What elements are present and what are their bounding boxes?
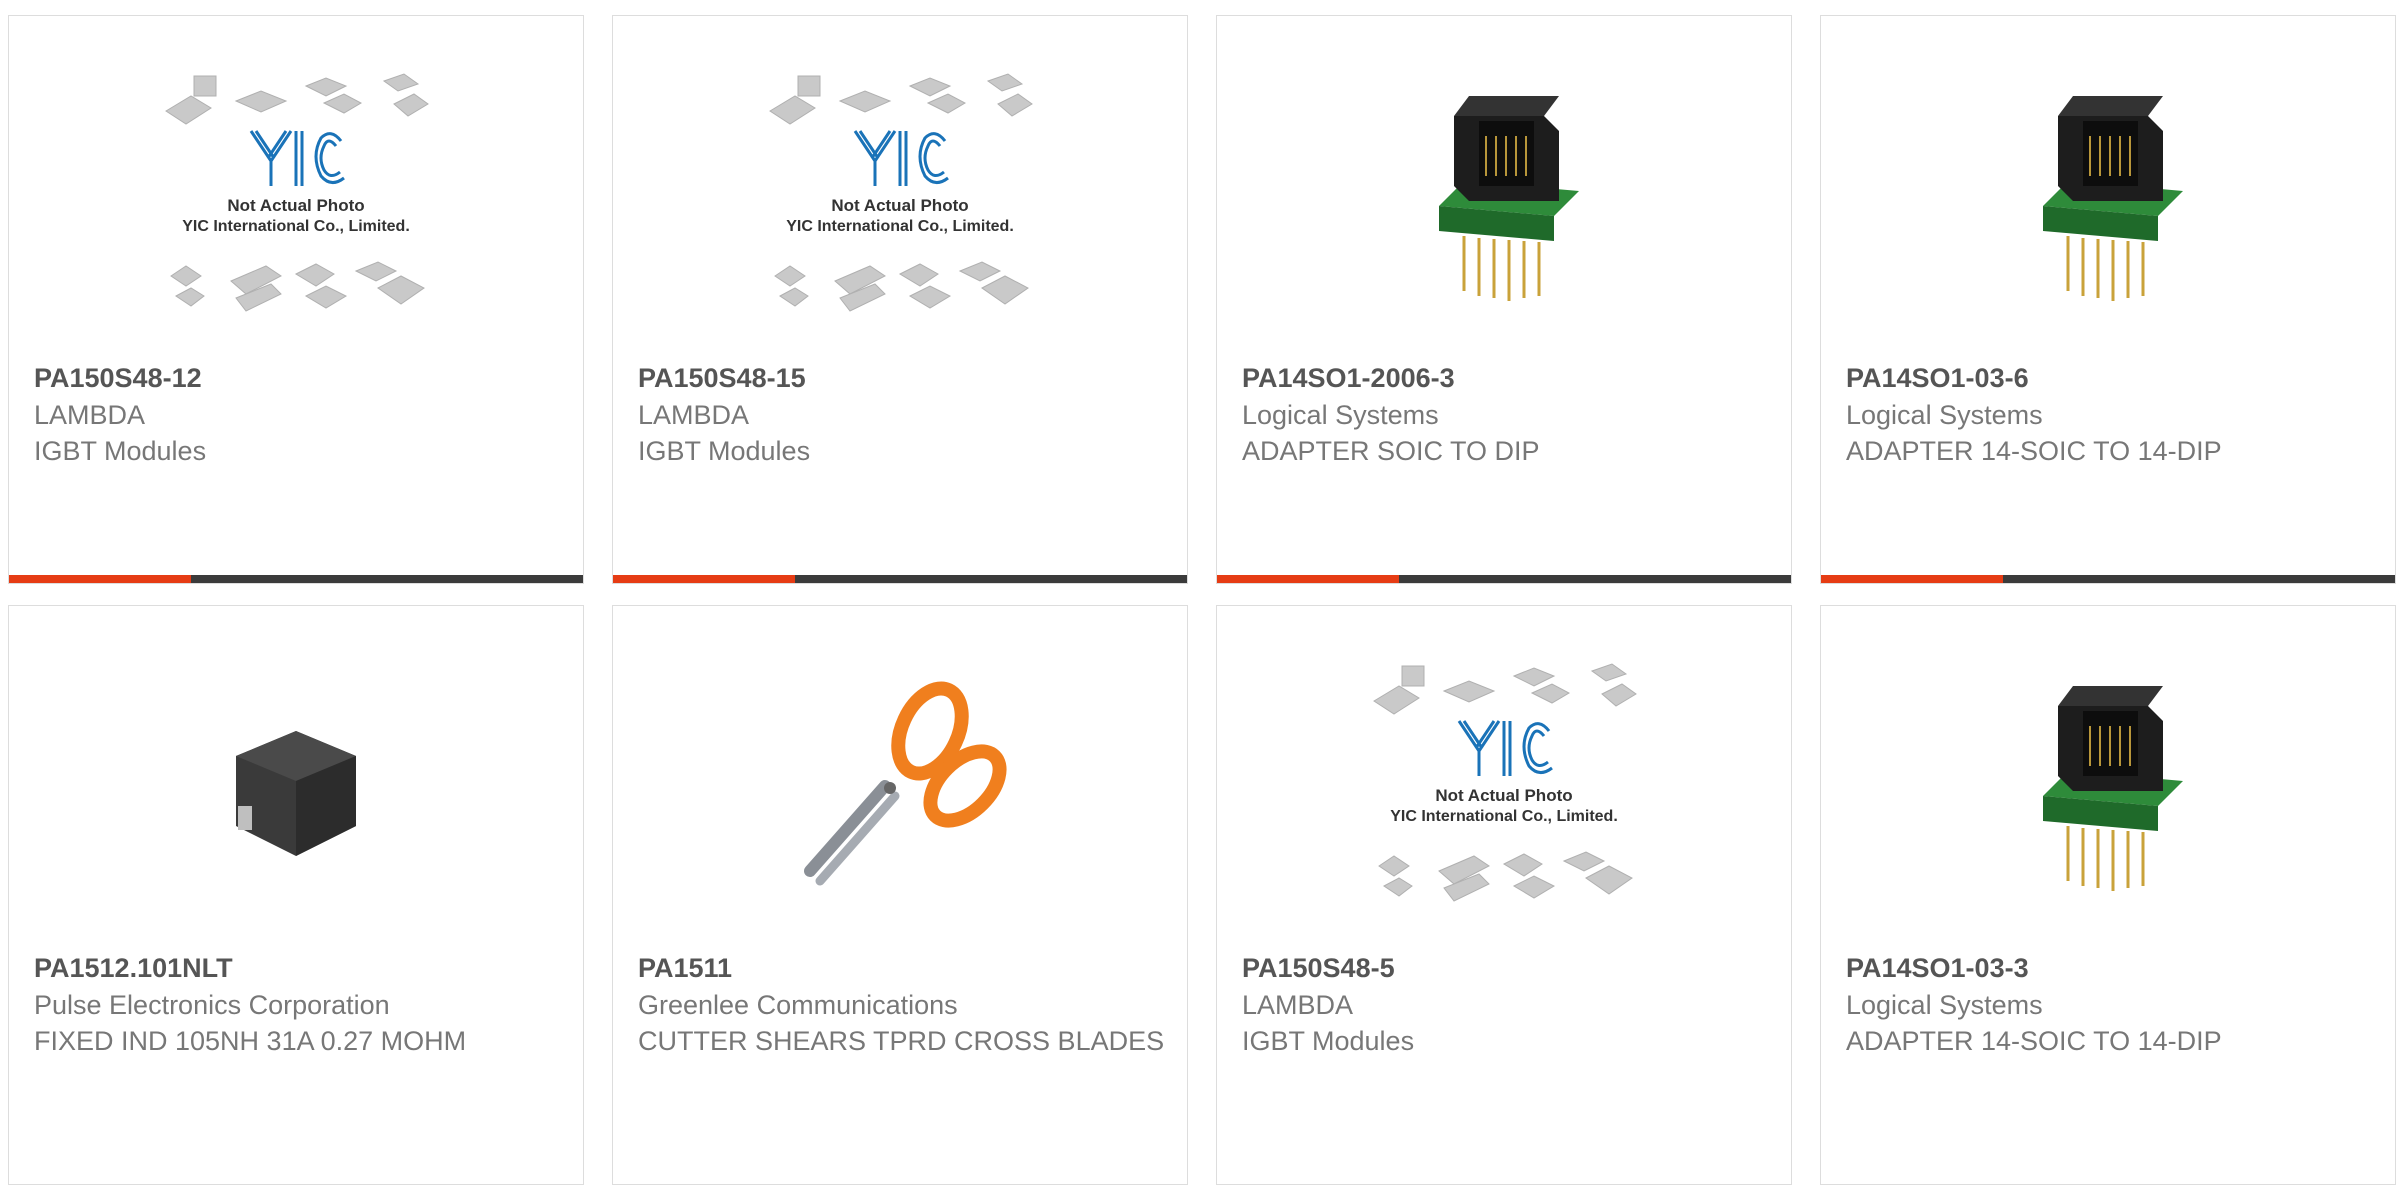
part-number-link[interactable]: PA150S48-15 [638,359,1167,397]
product-card[interactable]: Not Actual Photo YIC International Co., … [1216,605,1792,1185]
description: CUTTER SHEARS TPRD CROSS BLADES [638,1026,1165,1056]
manufacturer: Logical Systems [1846,990,2043,1020]
product-card[interactable]: PA14SO1-2006-3 Logical Systems ADAPTER SOI… [1216,15,1792,584]
svg-text:Not Actual Photo: Not Actual Photo [227,196,364,215]
description: ADAPTER SOIC TO DIP [1242,436,1540,466]
card-underline-bar [9,575,583,583]
product-card[interactable]: PA1512.101NLT Pulse Electronics Corporati… [8,605,584,1185]
description: ADAPTER 14-SOIC TO 14-DIP [1846,436,2222,466]
card-underline-accent [1217,575,1399,583]
product-card[interactable]: PA14SO1-03-6 Logical Systems ADAPTER 14-SO… [1820,15,2396,584]
manufacturer: LAMBDA [638,400,750,430]
svg-text:YIC International Co., Limited: YIC International Co., Limited. [182,218,410,235]
product-info: PA14SO1-03-3 Logical Systems ADAPTER 14-SO… [1846,949,2375,1059]
product-card[interactable]: PA14SO1-03-3 Logical Systems ADAPTER 14-SO… [1820,605,2396,1185]
svg-text:Not Actual Photo: Not Actual Photo [831,196,968,215]
product-card[interactable]: Not Actual Photo YIC International Co., … [8,15,584,584]
product-info: PA1511 Greenlee Communications CUTTER SHEA… [638,949,1167,1059]
product-card[interactable]: PA1511 Greenlee Communications CUTTER SHEA… [612,605,1188,1185]
description: IGBT Modules [638,436,811,466]
card-underline-bar [1217,575,1791,583]
manufacturer: Logical Systems [1846,400,2043,430]
product-info: PA14SO1-2006-3 Logical Systems ADAPTER SOI… [1242,359,1771,469]
card-underline-accent [9,575,191,583]
description: IGBT Modules [34,436,207,466]
socket-adapter-image[interactable] [1821,646,2395,966]
socket-adapter-image[interactable] [1217,56,1791,376]
placeholder-image[interactable]: Not Actual Photo YIC International Co., … [9,56,583,376]
product-info: PA150S48-15 LAMBDA IGBT Modules [638,359,1167,469]
svg-text:Not Actual Photo: Not Actual Photo [1435,786,1572,805]
part-number-link[interactable]: PA14SO1-2006-3 [1242,359,1771,397]
product-info: PA14SO1-03-6 Logical Systems ADAPTER 14-SO… [1846,359,2375,469]
svg-text:YIC International Co., Limited: YIC International Co., Limited. [1390,808,1618,825]
part-number-link[interactable]: PA1512.101NLT [34,949,563,987]
inductor-image[interactable] [9,646,583,966]
svg-text:YIC International Co., Limited: YIC International Co., Limited. [786,218,1014,235]
placeholder-image[interactable]: Not Actual Photo YIC International Co., … [1217,646,1791,966]
part-number-link[interactable]: PA14SO1-03-6 [1846,359,2375,397]
card-underline-accent [613,575,795,583]
part-number-link[interactable]: PA1511 [638,949,1167,987]
card-underline-bar [613,575,1187,583]
product-info: PA1512.101NLT Pulse Electronics Corporati… [34,949,563,1059]
description: FIXED IND 105NH 31A 0.27 MOHM [34,1026,467,1056]
part-number-link[interactable]: PA150S48-12 [34,359,563,397]
scissors-image[interactable] [613,646,1187,966]
product-info: PA150S48-5 LAMBDA IGBT Modules [1242,949,1771,1059]
manufacturer: Greenlee Communications [638,990,958,1020]
manufacturer: Pulse Electronics Corporation [34,990,390,1020]
placeholder-image[interactable]: Not Actual Photo YIC International Co., … [613,56,1187,376]
manufacturer: LAMBDA [1242,990,1354,1020]
product-card[interactable]: Not Actual Photo YIC International Co., … [612,15,1188,584]
description: IGBT Modules [1242,1026,1415,1056]
manufacturer: Logical Systems [1242,400,1439,430]
product-info: PA150S48-12 LAMBDA IGBT Modules [34,359,563,469]
part-number-link[interactable]: PA150S48-5 [1242,949,1771,987]
card-underline-bar [1821,575,2395,583]
manufacturer: LAMBDA [34,400,146,430]
part-number-link[interactable]: PA14SO1-03-3 [1846,949,2375,987]
description: ADAPTER 14-SOIC TO 14-DIP [1846,1026,2222,1056]
card-underline-accent [1821,575,2003,583]
socket-adapter-image[interactable] [1821,56,2395,376]
